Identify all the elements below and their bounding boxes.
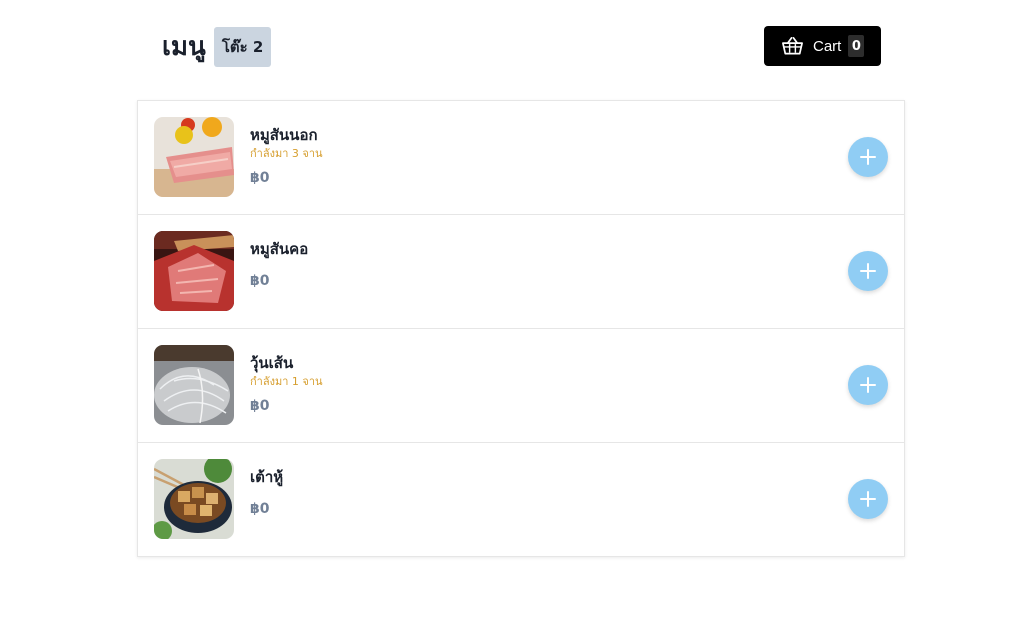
plus-icon	[860, 377, 876, 393]
item-status: กำลังมา 1 จาน	[250, 375, 323, 388]
add-item-button[interactable]	[848, 251, 888, 291]
add-item-button[interactable]	[848, 365, 888, 405]
plus-icon	[860, 491, 876, 507]
item-name: หมูสันคอ	[250, 240, 309, 258]
item-price: ฿0	[250, 273, 270, 289]
page-title: เมนู	[162, 32, 206, 62]
menu-item: หมูสันคอ ฿0	[138, 215, 904, 329]
top-bar: เมนู โต๊ะ 2 Cart 0	[0, 0, 1027, 90]
item-price: ฿0	[250, 398, 270, 414]
menu-item: หมูสันนอก กำลังมา 3 จาน ฿0	[138, 101, 904, 215]
item-status: กำลังมา 3 จาน	[250, 147, 323, 160]
add-item-button[interactable]	[848, 137, 888, 177]
pork-neck-photo	[154, 231, 234, 311]
basket-icon	[782, 36, 803, 55]
item-name: หมูสันนอก	[250, 126, 318, 144]
menu-item: วุ้นเส้น กำลังมา 1 จาน ฿0	[138, 329, 904, 443]
tofu-photo	[154, 459, 234, 539]
item-info: วุ้นเส้น กำลังมา 1 จาน ฿0	[250, 353, 784, 416]
add-item-button[interactable]	[848, 479, 888, 519]
item-price: ฿0	[250, 501, 270, 517]
item-info: หมูสันคอ ฿0	[250, 239, 784, 291]
cart-label: Cart	[813, 37, 842, 55]
plus-icon	[860, 263, 876, 279]
plus-icon	[860, 149, 876, 165]
item-name: เต้าหู้	[250, 468, 284, 486]
cart-button[interactable]: Cart 0	[764, 26, 881, 66]
title-group: เมนู โต๊ะ 2	[162, 27, 272, 67]
table-badge: โต๊ะ 2	[213, 27, 272, 67]
item-name: วุ้นเส้น	[250, 354, 294, 372]
item-info: หมูสันนอก กำลังมา 3 จาน ฿0	[250, 125, 784, 188]
menu-list: หมูสันนอก กำลังมา 3 จาน ฿0 หมูสันคอ ฿0 ว…	[137, 100, 905, 557]
pork-loin-photo	[154, 117, 234, 197]
item-info: เต้าหู้ ฿0	[250, 467, 784, 519]
item-price: ฿0	[250, 170, 270, 186]
menu-item: เต้าหู้ ฿0	[138, 443, 904, 556]
glass-noodle-photo	[154, 345, 234, 425]
cart-count-badge: 0	[848, 35, 865, 57]
